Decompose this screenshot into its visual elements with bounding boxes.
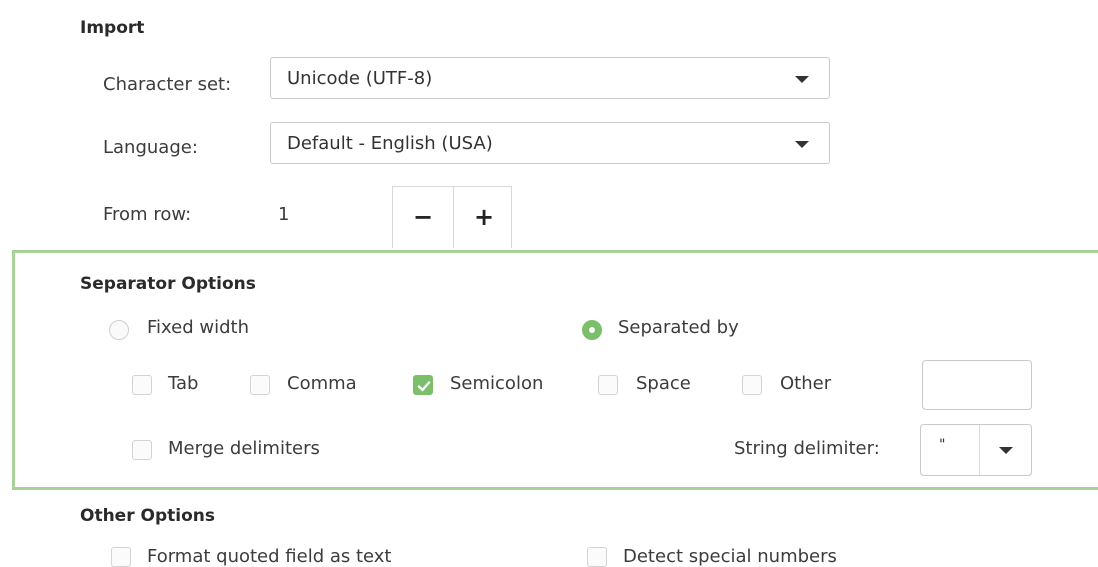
- detect-special-numbers-label[interactable]: Detect special numbers: [623, 546, 837, 567]
- other-options-heading: Other Options: [80, 506, 215, 526]
- dropdown-divider: [979, 425, 980, 475]
- string-delimiter-label: String delimiter:: [734, 438, 880, 459]
- fixed-width-label[interactable]: Fixed width: [147, 317, 249, 338]
- from-row-value[interactable]: 1: [278, 204, 289, 225]
- import-heading: Import: [80, 18, 145, 38]
- increment-button[interactable]: +: [454, 195, 514, 239]
- other-label[interactable]: Other: [780, 373, 831, 394]
- string-delimiter-value: ": [939, 437, 946, 453]
- tab-checkbox[interactable]: [132, 375, 152, 395]
- other-checkbox[interactable]: [742, 375, 762, 395]
- decrement-button[interactable]: −: [393, 195, 453, 239]
- character-set-value: Unicode (UTF-8): [287, 68, 433, 89]
- format-quoted-checkbox[interactable]: [111, 547, 131, 567]
- checkmark-icon: [417, 381, 431, 392]
- from-row-label: From row:: [103, 204, 192, 225]
- merge-delimiters-label[interactable]: Merge delimiters: [168, 438, 320, 459]
- semicolon-checkbox[interactable]: [413, 375, 433, 395]
- merge-delimiters-checkbox[interactable]: [132, 440, 152, 460]
- detect-special-numbers-checkbox[interactable]: [587, 547, 607, 567]
- separator-options-heading: Separator Options: [80, 274, 256, 294]
- character-set-dropdown[interactable]: Unicode (UTF-8): [270, 57, 830, 99]
- format-quoted-label[interactable]: Format quoted field as text: [147, 546, 392, 567]
- from-row-stepper: − +: [392, 186, 512, 248]
- chevron-down-icon: [795, 141, 809, 148]
- string-delimiter-dropdown[interactable]: ": [920, 424, 1032, 476]
- character-set-label: Character set:: [103, 74, 232, 95]
- chevron-down-icon: [999, 447, 1013, 454]
- semicolon-label[interactable]: Semicolon: [450, 373, 543, 394]
- other-separator-input[interactable]: [922, 360, 1032, 410]
- fixed-width-radio[interactable]: [109, 320, 129, 340]
- language-label: Language:: [103, 137, 198, 158]
- space-checkbox[interactable]: [598, 375, 618, 395]
- separated-by-radio[interactable]: [582, 320, 602, 340]
- comma-label[interactable]: Comma: [287, 373, 357, 394]
- comma-checkbox[interactable]: [250, 375, 270, 395]
- space-label[interactable]: Space: [636, 373, 691, 394]
- tab-label[interactable]: Tab: [168, 373, 198, 394]
- chevron-down-icon: [795, 76, 809, 83]
- separated-by-label[interactable]: Separated by: [618, 317, 739, 338]
- language-value: Default - English (USA): [287, 133, 493, 154]
- language-dropdown[interactable]: Default - English (USA): [270, 122, 830, 164]
